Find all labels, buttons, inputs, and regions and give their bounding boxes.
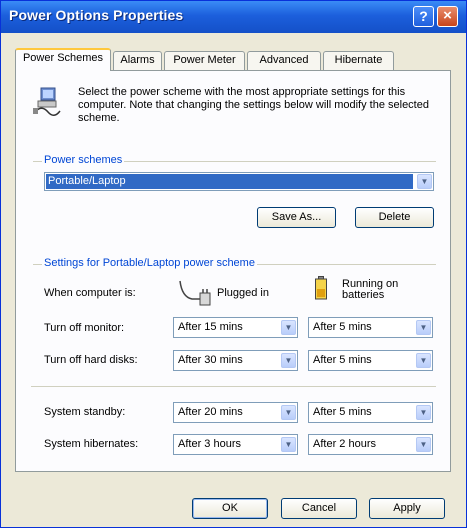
cancel-button[interactable]: Cancel xyxy=(281,498,357,519)
chevron-down-icon[interactable]: ▼ xyxy=(416,405,431,420)
hibernates-battery-value: After 2 hours xyxy=(313,438,376,450)
power-scheme-icon xyxy=(33,87,61,116)
when-computer-is-label: When computer is: xyxy=(44,287,136,299)
power-scheme-selected-value: Portable/Laptop xyxy=(46,174,413,189)
chevron-down-icon[interactable]: ▼ xyxy=(417,174,432,189)
hard-disks-plugged-select[interactable]: After 30 mins ▼ xyxy=(173,350,298,371)
tab-advanced[interactable]: Advanced xyxy=(247,51,321,70)
chevron-down-icon[interactable]: ▼ xyxy=(281,353,296,368)
close-icon[interactable]: × xyxy=(437,6,458,27)
hibernates-plugged-value: After 3 hours xyxy=(178,438,241,450)
hard-disks-battery-value: After 5 mins xyxy=(313,354,372,366)
system-standby-label: System standby: xyxy=(44,406,126,418)
tab-power-schemes[interactable]: Power Schemes xyxy=(15,48,111,71)
standby-plugged-select[interactable]: After 20 mins ▼ xyxy=(173,402,298,423)
monitor-plugged-value: After 15 mins xyxy=(178,321,243,333)
power-options-dialog: Power Options Properties ? × Power Schem… xyxy=(0,0,467,528)
settings-group-label: Settings for Portable/Laptop power schem… xyxy=(42,257,257,269)
help-icon[interactable]: ? xyxy=(413,6,434,27)
description-text: Select the power scheme with the most ap… xyxy=(78,86,429,124)
chevron-down-icon[interactable]: ▼ xyxy=(416,320,431,335)
hard-disks-plugged-value: After 30 mins xyxy=(178,354,243,366)
turn-off-hard-disks-label: Turn off hard disks: xyxy=(44,354,138,366)
turn-off-monitor-label: Turn off monitor: xyxy=(44,322,125,334)
plugged-in-label: Plugged in xyxy=(217,287,269,299)
chevron-down-icon[interactable]: ▼ xyxy=(281,405,296,420)
monitor-battery-select[interactable]: After 5 mins ▼ xyxy=(308,317,433,338)
hard-disks-battery-select[interactable]: After 5 mins ▼ xyxy=(308,350,433,371)
chevron-down-icon[interactable]: ▼ xyxy=(281,437,296,452)
title-bar[interactable]: Power Options Properties ? × xyxy=(1,1,466,33)
window-title: Power Options Properties xyxy=(9,7,184,23)
chevron-down-icon[interactable]: ▼ xyxy=(416,437,431,452)
battery-icon xyxy=(315,276,327,300)
monitor-plugged-select[interactable]: After 15 mins ▼ xyxy=(173,317,298,338)
standby-plugged-value: After 20 mins xyxy=(178,406,243,418)
chevron-down-icon[interactable]: ▼ xyxy=(281,320,296,335)
ok-button[interactable]: OK xyxy=(192,498,268,519)
tab-alarms[interactable]: Alarms xyxy=(113,51,162,70)
standby-battery-select[interactable]: After 5 mins ▼ xyxy=(308,402,433,423)
system-hibernates-label: System hibernates: xyxy=(44,438,139,450)
standby-battery-value: After 5 mins xyxy=(313,406,372,418)
power-schemes-group-label: Power schemes xyxy=(42,154,125,166)
plug-icon xyxy=(179,280,211,306)
delete-button[interactable]: Delete xyxy=(355,207,434,228)
save-as-button[interactable]: Save As... xyxy=(257,207,336,228)
running-on-batteries-label: Running on batteries xyxy=(342,278,399,301)
settings-separator xyxy=(31,386,436,387)
apply-button[interactable]: Apply xyxy=(369,498,445,519)
monitor-battery-value: After 5 mins xyxy=(313,321,372,333)
hibernates-battery-select[interactable]: After 2 hours ▼ xyxy=(308,434,433,455)
chevron-down-icon[interactable]: ▼ xyxy=(416,353,431,368)
tab-hibernate[interactable]: Hibernate xyxy=(323,51,394,70)
tab-power-meter[interactable]: Power Meter xyxy=(164,51,245,70)
hibernates-plugged-select[interactable]: After 3 hours ▼ xyxy=(173,434,298,455)
power-scheme-select[interactable]: Portable/Laptop ▼ xyxy=(44,172,434,191)
